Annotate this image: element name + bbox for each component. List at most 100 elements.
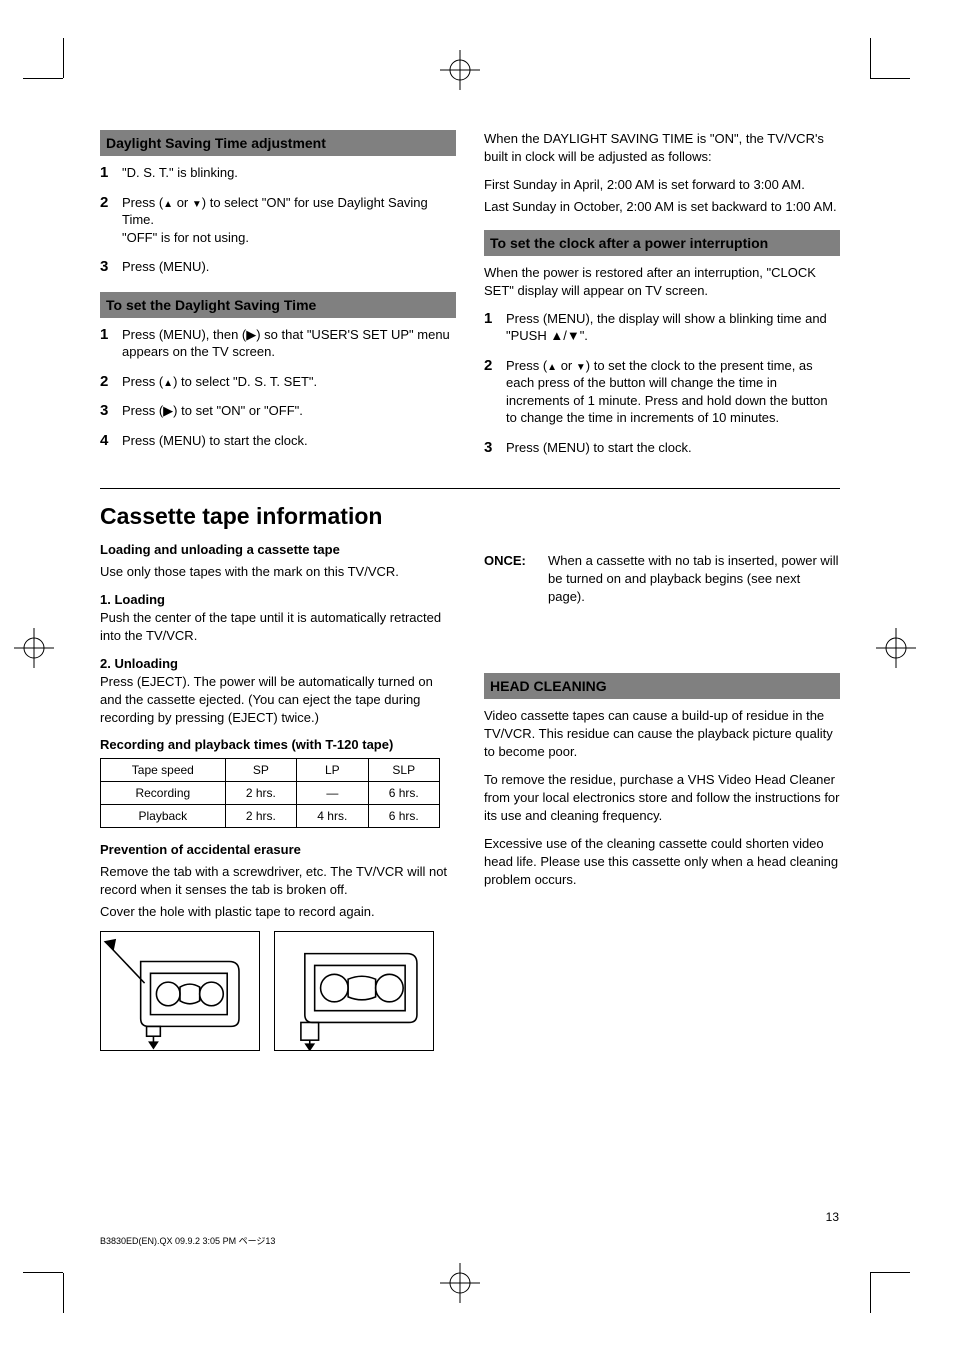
crop-mark	[870, 1273, 871, 1313]
rstep-3: 3 Press (MENU) to start the clock.	[484, 439, 840, 457]
step-2b: 2 Press ( ) to select "D. S. T. SET".	[100, 373, 456, 391]
td: Playback	[101, 804, 226, 827]
down-triangle-icon	[576, 358, 586, 373]
set-dst-heading: To set the Daylight Saving Time	[100, 292, 456, 318]
td: 6 hrs.	[368, 781, 439, 804]
step-2: 2 Press ( or ) to select "ON" for use Da…	[100, 194, 456, 247]
tape-time-table: Tape speed SP LP SLP Recording 2 hrs. — …	[100, 758, 440, 828]
step-text: Press (▶) to set "ON" or "OFF".	[122, 402, 456, 420]
load-2-body: Press (EJECT). The power will be automat…	[100, 674, 433, 725]
registration-mark	[876, 628, 916, 668]
crop-mark	[870, 1272, 910, 1273]
text-fragment: or	[173, 195, 192, 210]
step-number: 2	[100, 194, 122, 247]
dst-adjustment-heading: Daylight Saving Time adjustment	[100, 130, 456, 156]
step-number: 3	[100, 402, 122, 420]
right-column: When the DAYLIGHT SAVING TIME is "ON", t…	[484, 130, 840, 468]
rstep-1: 1 Press (MENU), the display will show a …	[484, 310, 840, 345]
step-1: 1 "D. S. T." is blinking.	[100, 164, 456, 182]
head-cleaning-p1: Video cassette tapes can cause a build-u…	[484, 707, 840, 761]
step-number: 2	[100, 373, 122, 391]
table-row: Recording 2 hrs. — 6 hrs.	[101, 781, 440, 804]
registration-mark	[14, 628, 54, 668]
crop-mark	[23, 78, 63, 79]
step-1b: 1 Press (MENU), then (▶) so that "USER'S…	[100, 326, 456, 361]
td: —	[297, 781, 368, 804]
crop-mark	[870, 78, 910, 79]
crop-mark	[870, 38, 871, 78]
step-3: 3 Press (MENU).	[100, 258, 456, 276]
td: 2 hrs.	[225, 804, 296, 827]
step-text: Press (MENU).	[122, 258, 456, 276]
up-triangle-icon	[163, 374, 173, 389]
step-text: Press (MENU), then (▶) so that "USER'S S…	[122, 326, 456, 361]
step-text: Press (MENU) to start the clock.	[122, 432, 456, 450]
table-label: Recording and playback times (with T-120…	[100, 737, 456, 752]
prevent-subheading: Prevention of accidental erasure	[100, 842, 456, 857]
step-number: 1	[100, 326, 122, 361]
dst-note-1: When the DAYLIGHT SAVING TIME is "ON", t…	[484, 130, 840, 166]
td: 6 hrs.	[368, 804, 439, 827]
clock-interrupt-heading: To set the clock after a power interrupt…	[484, 230, 840, 256]
up-triangle-icon	[547, 358, 557, 373]
top-columns: Daylight Saving Time adjustment 1 "D. S.…	[100, 130, 840, 468]
bottom-columns: Loading and unloading a cassette tape Us…	[100, 538, 840, 1050]
th-lp: LP	[297, 758, 368, 781]
text-fragment: Press (	[122, 374, 163, 389]
th-tape-speed: Tape speed	[101, 758, 226, 781]
page-number: 13	[826, 1210, 839, 1224]
step-text: Press (MENU) to start the clock.	[506, 439, 840, 457]
table-header-row: Tape speed SP LP SLP	[101, 758, 440, 781]
load-1-label: 1. Loading	[100, 592, 165, 607]
dst-note-2: First Sunday in April, 2:00 AM is set fo…	[484, 176, 840, 194]
crop-mark	[23, 1272, 63, 1273]
bottom-right-column: ONCE: When a cassette with no tab is ins…	[484, 538, 840, 1050]
once-label: ONCE:	[484, 552, 548, 570]
registration-mark	[440, 50, 480, 90]
td: 4 hrs.	[297, 804, 368, 827]
load-step-1: 1. Loading Push the center of the tape u…	[100, 591, 456, 645]
step-text: Press ( ) to select "D. S. T. SET".	[122, 373, 456, 391]
step-number: 4	[100, 432, 122, 450]
crop-mark	[63, 38, 64, 78]
head-cleaning-p3: Excessive use of the cleaning cassette c…	[484, 835, 840, 889]
once-body: When a cassette with no tab is inserted,…	[548, 552, 840, 605]
step-text: "D. S. T." is blinking.	[122, 164, 456, 182]
cassette-illustrations	[100, 931, 456, 1051]
td: 2 hrs.	[225, 781, 296, 804]
bottom-left-column: Loading and unloading a cassette tape Us…	[100, 538, 456, 1050]
step-number: 3	[100, 258, 122, 276]
step-number: 2	[484, 357, 506, 427]
text-fragment: Press (	[122, 195, 163, 210]
down-triangle-icon	[192, 195, 202, 210]
load-2-label: 2. Unloading	[100, 656, 178, 671]
step-text: Press ( or ) to select "ON" for use Dayl…	[122, 194, 456, 247]
cassette-remove-tab-illustration	[100, 931, 260, 1051]
load-1-body: Push the center of the tape until it is …	[100, 610, 441, 643]
head-cleaning-heading: HEAD CLEANING	[484, 673, 840, 699]
registration-mark	[440, 1263, 480, 1303]
clock-interrupt-intro: When the power is restored after an inte…	[484, 264, 840, 300]
th-slp: SLP	[368, 758, 439, 781]
text-fragment: "OFF" is for not using.	[122, 230, 249, 245]
step-number: 3	[484, 439, 506, 457]
th-sp: SP	[225, 758, 296, 781]
step-number: 1	[484, 310, 506, 345]
section-divider	[100, 488, 840, 489]
text-fragment: Press (	[506, 358, 547, 373]
prevent-body-2: Cover the hole with plastic tape to reco…	[100, 903, 456, 921]
table-row: Playback 2 hrs. 4 hrs. 6 hrs.	[101, 804, 440, 827]
loading-intro: Use only those tapes with the mark on th…	[100, 563, 456, 581]
td: Recording	[101, 781, 226, 804]
left-column: Daylight Saving Time adjustment 1 "D. S.…	[100, 130, 456, 468]
step-3b: 3 Press (▶) to set "ON" or "OFF".	[100, 402, 456, 420]
cassette-section-title: Cassette tape information	[100, 503, 840, 530]
load-step-2: 2. Unloading Press (EJECT). The power wi…	[100, 655, 456, 727]
once-note: ONCE: When a cassette with no tab is ins…	[484, 552, 840, 605]
text-fragment: or	[557, 358, 576, 373]
head-cleaning-p2: To remove the residue, purchase a VHS Vi…	[484, 771, 840, 825]
rstep-2: 2 Press ( or ) to set the clock to the p…	[484, 357, 840, 427]
text-fragment: ) to select "D. S. T. SET".	[173, 374, 317, 389]
up-triangle-icon	[163, 195, 173, 210]
step-text: Press ( or ) to set the clock to the pre…	[506, 357, 840, 427]
